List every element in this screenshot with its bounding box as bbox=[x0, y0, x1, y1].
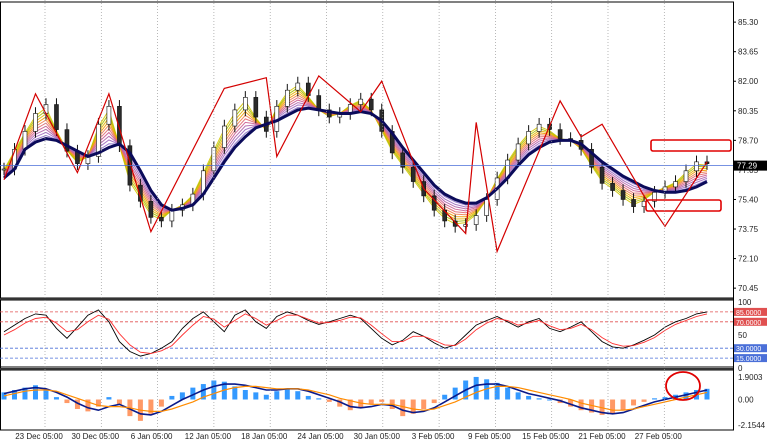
x-tick-label: 15 Feb 05:00 bbox=[522, 432, 570, 441]
macd-histogram-bar bbox=[631, 399, 637, 406]
candle-body bbox=[610, 183, 615, 191]
macd-histogram-bar bbox=[263, 394, 269, 400]
macd-tick-label: 1.9003 bbox=[738, 373, 763, 382]
macd-histogram-bar bbox=[326, 399, 332, 402]
stoch-tick-label: 50 bbox=[738, 331, 747, 340]
candle-body bbox=[295, 82, 301, 91]
stoch-level-label: 15.0000 bbox=[736, 356, 761, 363]
candle-body bbox=[557, 129, 563, 139]
candle-body bbox=[253, 97, 259, 118]
macd-histogram-bar bbox=[652, 398, 658, 400]
macd-tick-label: -2.1544 bbox=[738, 421, 766, 430]
y-tick-label: 83.65 bbox=[738, 48, 759, 57]
y-tick-label: 73.75 bbox=[738, 225, 759, 234]
x-tick-label: 30 Jan 05:00 bbox=[354, 432, 401, 441]
macd-histogram-bar bbox=[295, 391, 301, 400]
macd-histogram-bar bbox=[610, 399, 616, 414]
x-tick-label: 3 Feb 05:00 bbox=[412, 432, 455, 441]
x-tick-label: 30 Dec 05:00 bbox=[72, 432, 120, 441]
candle-body bbox=[54, 104, 59, 130]
candle-body bbox=[284, 89, 290, 107]
candle-body bbox=[683, 170, 689, 182]
candle-body bbox=[33, 113, 38, 132]
macd-histogram-bar bbox=[379, 399, 385, 402]
y-tick-label: 82.00 bbox=[738, 77, 759, 86]
y-tick-label: 72.10 bbox=[738, 255, 759, 264]
macd-histogram-bar bbox=[473, 376, 479, 400]
macd-histogram-bar bbox=[284, 388, 290, 400]
candle-body bbox=[484, 199, 489, 216]
macd-histogram-bar bbox=[494, 382, 500, 400]
candle-body bbox=[620, 190, 626, 200]
x-tick-label: 18 Jan 05:00 bbox=[241, 432, 288, 441]
candle-body bbox=[368, 98, 374, 111]
x-tick-label: 24 Jan 05:00 bbox=[297, 432, 344, 441]
candle-body bbox=[117, 106, 122, 147]
y-tick-label: 80.35 bbox=[738, 107, 759, 116]
y-tick-label: 78.70 bbox=[738, 136, 759, 145]
trading-chart[interactable]: 85.3083.6582.0080.3578.7077.0575.4073.75… bbox=[0, 0, 768, 443]
candle-body bbox=[243, 97, 248, 111]
candle-body bbox=[43, 104, 49, 114]
macd-histogram-bar bbox=[53, 397, 59, 400]
stoch-level-label: 30.0000 bbox=[736, 346, 761, 353]
macd-tick-label: 0.00 bbox=[738, 396, 754, 405]
macd-histogram-bar bbox=[442, 394, 448, 400]
macd-histogram-bar bbox=[316, 398, 322, 400]
macd-histogram-bar bbox=[253, 392, 259, 400]
candle-body bbox=[1, 168, 7, 171]
macd-histogram-bar bbox=[64, 399, 70, 404]
macd-histogram-bar bbox=[536, 398, 542, 400]
current-price-label: 77.29 bbox=[737, 162, 758, 171]
macd-histogram-bar bbox=[641, 399, 647, 402]
macd-histogram-bar bbox=[106, 397, 112, 400]
x-tick-label: 9 Feb 05:00 bbox=[468, 432, 511, 441]
y-tick-label: 75.40 bbox=[738, 195, 759, 204]
macd-histogram-bar bbox=[242, 390, 248, 400]
stoch-level-label: 85.0000 bbox=[736, 310, 761, 317]
candle-body bbox=[526, 131, 531, 145]
macd-histogram-bar bbox=[620, 399, 626, 411]
candle-body bbox=[148, 200, 154, 218]
x-tick-label: 23 Dec 05:00 bbox=[15, 432, 63, 441]
stoch-tick-label: 0 bbox=[738, 364, 743, 373]
candle-body bbox=[694, 161, 699, 172]
candle-body bbox=[316, 95, 322, 111]
macd-histogram-bar bbox=[431, 399, 437, 404]
candle-body bbox=[358, 98, 364, 105]
macd-histogram-bar bbox=[515, 392, 521, 400]
candle-body bbox=[536, 123, 542, 132]
macd-histogram-bar bbox=[169, 395, 175, 400]
x-tick-label: 27 Feb 05:00 bbox=[635, 432, 683, 441]
y-tick-label: 70.45 bbox=[738, 284, 759, 293]
stoch-tick-label: 100 bbox=[738, 298, 752, 307]
macd-histogram-bar bbox=[421, 399, 427, 409]
x-tick-label: 12 Jan 05:00 bbox=[185, 432, 232, 441]
candle-body bbox=[631, 199, 636, 207]
x-tick-label: 6 Jan 05:00 bbox=[131, 432, 173, 441]
candle-body bbox=[232, 109, 238, 127]
macd-histogram-bar bbox=[158, 399, 164, 407]
stoch-level-label: 70.0000 bbox=[736, 320, 761, 327]
candle-body bbox=[515, 143, 521, 161]
candle-body bbox=[106, 106, 112, 125]
candle-body bbox=[400, 152, 406, 168]
macd-histogram-bar bbox=[305, 395, 311, 400]
chart-canvas[interactable]: 85.3083.6582.0080.3578.7077.0575.4073.75… bbox=[0, 0, 768, 443]
candle-body bbox=[222, 125, 227, 148]
y-tick-label: 85.30 bbox=[738, 18, 759, 27]
macd-histogram-bar bbox=[274, 391, 280, 400]
candle-body bbox=[159, 217, 164, 222]
candle-body bbox=[673, 181, 678, 188]
candle-body bbox=[169, 209, 175, 222]
macd-histogram-bar bbox=[43, 390, 49, 400]
macd-histogram-bar bbox=[505, 387, 511, 400]
x-tick-label: 21 Feb 05:00 bbox=[578, 432, 626, 441]
candle-body bbox=[599, 166, 605, 184]
candle-body bbox=[473, 215, 479, 225]
macd-histogram-bar bbox=[526, 395, 532, 400]
candle-body bbox=[410, 166, 416, 182]
macd-histogram-bar bbox=[400, 399, 406, 417]
